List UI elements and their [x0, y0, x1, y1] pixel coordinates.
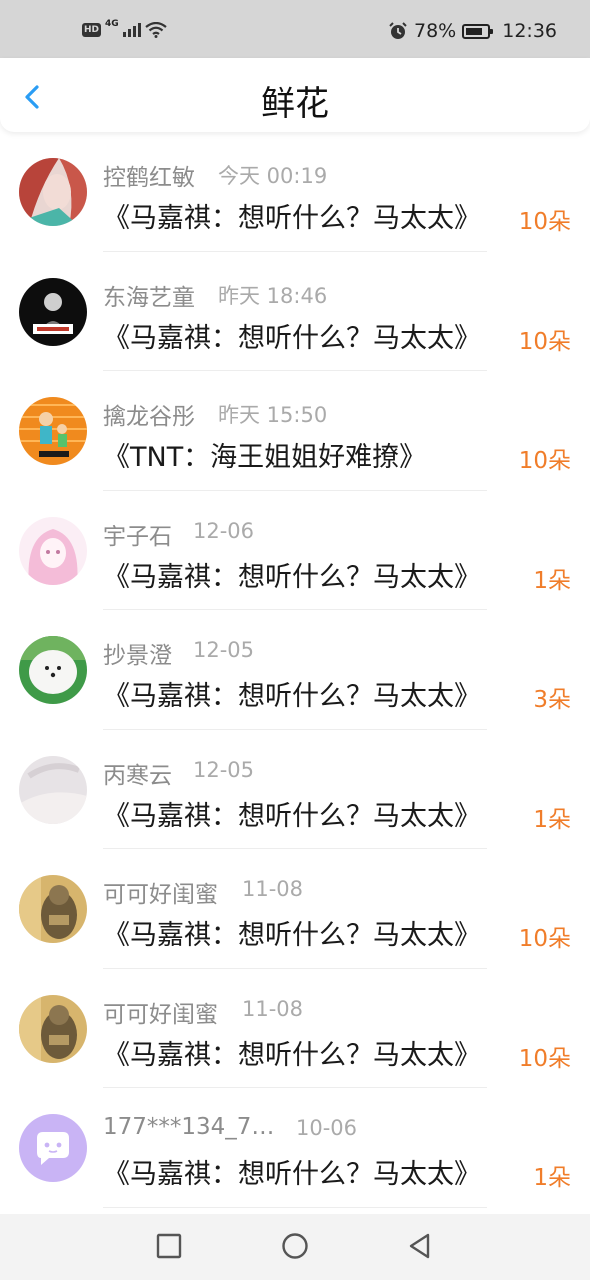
status-bar: HD 4G 78% 12:36 — [0, 0, 590, 58]
avatar[interactable] — [19, 397, 87, 465]
gift-time: 12-05 — [193, 638, 255, 662]
battery-percent: 78% — [414, 20, 457, 42]
flower-count: 1朵 — [533, 806, 571, 833]
gift-time: 12-06 — [193, 518, 255, 543]
work-title[interactable]: 《马嘉祺：想听什么？马太太》 — [103, 555, 481, 594]
work-title[interactable]: 《马嘉祺：想听什么？马太太》 — [103, 1033, 481, 1072]
network-type: 4G — [105, 19, 119, 29]
work-title[interactable]: 《马嘉祺：想听什么？马太太》 — [103, 196, 481, 235]
avatar[interactable] — [19, 158, 87, 226]
hd-icon: HD — [82, 23, 102, 37]
avatar[interactable] — [19, 994, 87, 1063]
avatar[interactable] — [19, 1114, 87, 1182]
list-item[interactable]: 177***134_7… 10-06 《马嘉祺：想听什么？马太太》 1朵 — [0, 1088, 590, 1208]
system-nav-bar — [0, 1214, 590, 1280]
flower-count: 1朵 — [533, 1165, 571, 1191]
sender-name[interactable]: 擒龙谷彤 — [103, 397, 195, 431]
list-item[interactable]: 抄景澄 12-05 《马嘉祺：想听什么？马太太》 3朵 — [0, 610, 590, 730]
gift-time: 今天 00:19 — [218, 164, 328, 188]
avatar[interactable] — [19, 755, 87, 824]
wifi-icon — [144, 22, 167, 38]
divider — [103, 1206, 487, 1208]
flower-count: 10朵 — [518, 1045, 571, 1072]
avatar[interactable] — [19, 875, 87, 943]
gift-time: 11-08 — [242, 996, 304, 1021]
list-item[interactable]: 控鹤红敏 今天 00:19 《马嘉祺：想听什么？马太太》 10朵 — [0, 132, 590, 252]
alarm-icon — [389, 22, 407, 39]
avatar[interactable] — [19, 636, 87, 704]
sender-name[interactable]: 抄景澄 — [103, 636, 172, 670]
status-right: 78% 12:36 — [388, 20, 557, 42]
sender-name[interactable]: 可可好闺蜜 — [103, 875, 218, 909]
list-item[interactable]: 东海艺童 昨天 18:46 《马嘉祺：想听什么？马太太》 10朵 — [0, 252, 590, 371]
flower-gift-list: 控鹤红敏 今天 00:19 《马嘉祺：想听什么？马太太》 10朵 东海艺童 昨天 18:4… — [0, 132, 590, 1208]
sender-name[interactable]: 宇子石 — [103, 517, 172, 551]
list-item[interactable]: 宇子石 12-06 《马嘉祺：想听什么？马太太》 1朵 — [0, 491, 590, 610]
gift-time: 10-06 — [296, 1116, 358, 1140]
flower-count: 10朵 — [518, 209, 571, 235]
triangle-back-icon[interactable] — [406, 1232, 434, 1260]
square-icon[interactable] — [155, 1232, 183, 1260]
flower-count: 3朵 — [533, 687, 571, 713]
list-item[interactable]: 可可好闺蜜 11-08 《马嘉祺：想听什么？马太太》 10朵 — [0, 969, 590, 1088]
avatar[interactable] — [19, 277, 87, 346]
avatar[interactable] — [19, 516, 87, 585]
flower-count: 10朵 — [518, 448, 571, 474]
work-title[interactable]: 《马嘉祺：想听什么？马太太》 — [103, 674, 481, 713]
work-title[interactable]: 《TNT：海王姐姐好难撩》 — [103, 435, 426, 474]
status-left: HD 4G — [82, 19, 167, 38]
work-title[interactable]: 《马嘉祺：想听什么？马太太》 — [103, 1152, 481, 1191]
sender-name[interactable]: 丙寒云 — [103, 756, 172, 790]
gift-time: 昨天 15:50 — [218, 403, 328, 427]
sender-name[interactable]: 控鹤红敏 — [103, 158, 195, 192]
gift-time: 11-08 — [242, 877, 304, 901]
work-title[interactable]: 《马嘉祺：想听什么？马太太》 — [103, 794, 481, 833]
work-title[interactable]: 《马嘉祺：想听什么？马太太》 — [103, 913, 481, 952]
sender-name[interactable]: 可可好闺蜜 — [103, 995, 218, 1029]
gift-time: 12-05 — [193, 757, 255, 782]
work-title[interactable]: 《马嘉祺：想听什么？马太太》 — [103, 316, 481, 355]
gift-time: 昨天 18:46 — [218, 283, 328, 308]
page-title: 鲜花 — [261, 84, 329, 124]
app-header: 鲜花 — [0, 58, 590, 132]
flower-count: 10朵 — [518, 328, 571, 355]
flower-count: 1朵 — [533, 567, 571, 594]
battery-icon — [462, 23, 494, 39]
signal-icon — [122, 23, 141, 37]
clock: 12:36 — [502, 20, 557, 42]
list-item[interactable]: 丙寒云 12-05 《马嘉祺：想听什么？马太太》 1朵 — [0, 730, 590, 849]
circle-icon[interactable] — [281, 1232, 309, 1260]
sender-name[interactable]: 东海艺童 — [103, 278, 195, 312]
sender-name[interactable]: 177***134_7… — [103, 1114, 274, 1140]
list-item[interactable]: 擒龙谷彤 昨天 15:50 《TNT：海王姐姐好难撩》 10朵 — [0, 371, 590, 491]
list-item[interactable]: 可可好闺蜜 11-08 《马嘉祺：想听什么？马太太》 10朵 — [0, 849, 590, 969]
flower-count: 10朵 — [518, 926, 571, 952]
